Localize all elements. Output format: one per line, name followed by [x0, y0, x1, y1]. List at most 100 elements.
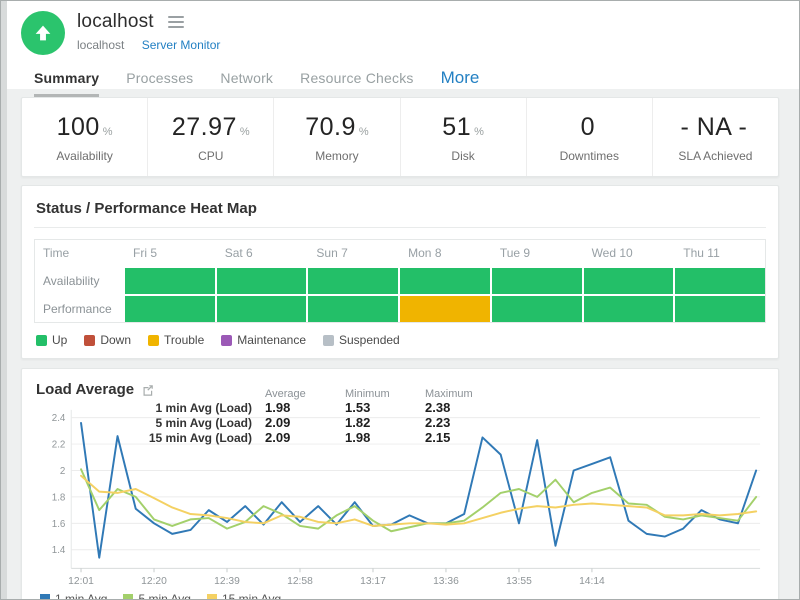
- chart-legend: 1 min Avg 5 min Avg 15 min Avg: [36, 590, 764, 600]
- stat-label: SLA Achieved: [653, 149, 778, 163]
- load-average-title: Load Average: [36, 381, 134, 398]
- heatmap-row-label: Performance: [35, 296, 123, 322]
- heatmap-col-header-day: Mon 8: [400, 240, 490, 266]
- stat-unit: %: [240, 126, 250, 138]
- heatmap-card: Status / Performance Heat Map TimeFri 5S…: [21, 185, 779, 359]
- y-axis-label: 1.8: [52, 492, 66, 503]
- heatmap-cell-up[interactable]: [584, 296, 674, 322]
- monitor-header: localhost localhost Server Monitor Summa…: [1, 1, 799, 89]
- stat-label: Downtimes: [527, 149, 652, 163]
- legend-label: Suspended: [339, 333, 400, 347]
- heatmap-cell-up[interactable]: [308, 296, 398, 322]
- heatmap-cell-up[interactable]: [492, 296, 582, 322]
- legend-item-5min-avg[interactable]: 5 min Avg: [123, 592, 190, 600]
- heatmap-col-header-day: Fri 5: [125, 240, 215, 266]
- y-axis-label: 1.4: [52, 545, 66, 556]
- stat-label: Memory: [274, 149, 399, 163]
- legend-item-down: Down: [84, 333, 131, 347]
- summary-content: 100% Availability 27.97% CPU 70.9% Memor…: [1, 89, 799, 600]
- x-axis-label: 14:14: [579, 576, 605, 587]
- legend-label: Trouble: [164, 333, 204, 347]
- heatmap-table: TimeFri 5Sat 6Sun 7Mon 8Tue 9Wed 10Thu 1…: [34, 239, 766, 323]
- tab-resource-checks[interactable]: Resource Checks: [300, 70, 414, 97]
- monitor-subtitle: localhost: [77, 38, 124, 52]
- stat-value: 70.9: [305, 113, 356, 141]
- heatmap-cell-up[interactable]: [125, 268, 215, 294]
- heatmap-cell-up[interactable]: [217, 296, 307, 322]
- heatmap-cell-trouble[interactable]: [400, 296, 490, 322]
- tab-processes[interactable]: Processes: [126, 70, 193, 97]
- legend-label: Up: [52, 333, 67, 347]
- y-axis-label: 2.4: [52, 413, 66, 424]
- heatmap-cell-up[interactable]: [675, 268, 765, 294]
- external-link-icon[interactable]: [142, 384, 154, 396]
- load-average-chart: 1.4 1.6 1.8 2 2.2 2.4 12:01 12:20 12:39 12:58 13:1…: [36, 402, 764, 590]
- x-axis-label: 12:20: [141, 576, 167, 587]
- legend-label: Maintenance: [237, 333, 306, 347]
- heatmap-cell-up[interactable]: [400, 268, 490, 294]
- stat-availability: 100% Availability: [22, 98, 147, 176]
- heatmap-title: Status / Performance Heat Map: [34, 198, 766, 228]
- stat-unit: %: [359, 126, 369, 138]
- suspended-swatch-icon: [323, 335, 334, 346]
- stats-summary-card: 100% Availability 27.97% CPU 70.9% Memor…: [21, 97, 779, 177]
- y-axis-label: 2.2: [52, 439, 66, 450]
- tab-network[interactable]: Network: [220, 70, 273, 97]
- load-average-card: Load Average 1.41.61.822.22.412:0112:201…: [21, 368, 779, 600]
- page-title: localhost: [77, 11, 154, 33]
- tab-summary[interactable]: Summary: [34, 70, 99, 97]
- legend-item-suspended: Suspended: [323, 333, 400, 347]
- stat-value: 27.97: [172, 113, 237, 141]
- heatmap-cell-up[interactable]: [308, 268, 398, 294]
- heatmap-cell-up[interactable]: [675, 296, 765, 322]
- heatmap-row-label: Availability: [35, 268, 123, 294]
- heatmap-col-header-day: Sat 6: [217, 240, 307, 266]
- heatmap-col-header-day: Tue 9: [492, 240, 582, 266]
- legend-item-1min-avg[interactable]: 1 min Avg: [40, 592, 107, 600]
- y-axis-label: 1.6: [52, 519, 66, 530]
- server-monitor-link[interactable]: Server Monitor: [142, 38, 221, 52]
- heatmap-cell-up[interactable]: [584, 268, 674, 294]
- stat-unit: %: [474, 126, 484, 138]
- x-axis-label: 13:55: [506, 576, 532, 587]
- tab-more[interactable]: More: [441, 68, 480, 88]
- x-axis-label: 12:58: [287, 576, 313, 587]
- app-window: localhost localhost Server Monitor Summa…: [0, 0, 800, 600]
- stat-value: 0: [581, 113, 595, 141]
- heatmap-cell-up[interactable]: [217, 268, 307, 294]
- x-axis-label: 13:17: [360, 576, 386, 587]
- legend-label: 5 min Avg: [138, 592, 190, 600]
- 1min-swatch-icon: [40, 594, 50, 600]
- x-axis-label: 12:01: [68, 576, 94, 587]
- x-axis-label: 12:39: [214, 576, 240, 587]
- stat-cpu: 27.97% CPU: [147, 98, 273, 176]
- load-average-chart-area: 1.4 1.6 1.8 2 2.2 2.4 12:01 12:20 12:39 12:58 13:1…: [36, 402, 764, 590]
- stat-disk: 51% Disk: [400, 98, 526, 176]
- heatmap-cell-up[interactable]: [492, 268, 582, 294]
- hamburger-menu-icon[interactable]: [168, 13, 184, 31]
- trouble-swatch-icon: [148, 335, 159, 346]
- stat-label: Availability: [22, 149, 147, 163]
- legend-item-15min-avg[interactable]: 15 min Avg: [207, 592, 281, 600]
- stat-value: 100: [57, 113, 100, 141]
- heatmap-col-header-day: Wed 10: [584, 240, 674, 266]
- 5min-swatch-icon: [123, 594, 133, 600]
- y-axis-label: 2: [60, 466, 65, 477]
- stat-label: Disk: [401, 149, 526, 163]
- stat-memory: 70.9% Memory: [273, 98, 399, 176]
- series-line-5-min-avg: [81, 469, 756, 531]
- heatmap-cell-up[interactable]: [125, 296, 215, 322]
- stat-value: - NA -: [680, 113, 747, 141]
- page-left-gutter: [1, 1, 7, 599]
- monitor-up-status-icon: [21, 11, 65, 55]
- heatmap-col-header-day: Thu 11: [675, 240, 765, 266]
- x-axis-label: 13:36: [433, 576, 459, 587]
- 15min-swatch-icon: [207, 594, 217, 600]
- stat-sla-achieved: - NA - SLA Achieved: [652, 98, 778, 176]
- stat-value: 51: [442, 113, 471, 141]
- legend-label: Down: [100, 333, 131, 347]
- up-arrow-icon: [32, 22, 54, 44]
- heatmap-col-header-time: Time: [35, 240, 123, 266]
- legend-label: 15 min Avg: [222, 592, 281, 600]
- stat-label: CPU: [148, 149, 273, 163]
